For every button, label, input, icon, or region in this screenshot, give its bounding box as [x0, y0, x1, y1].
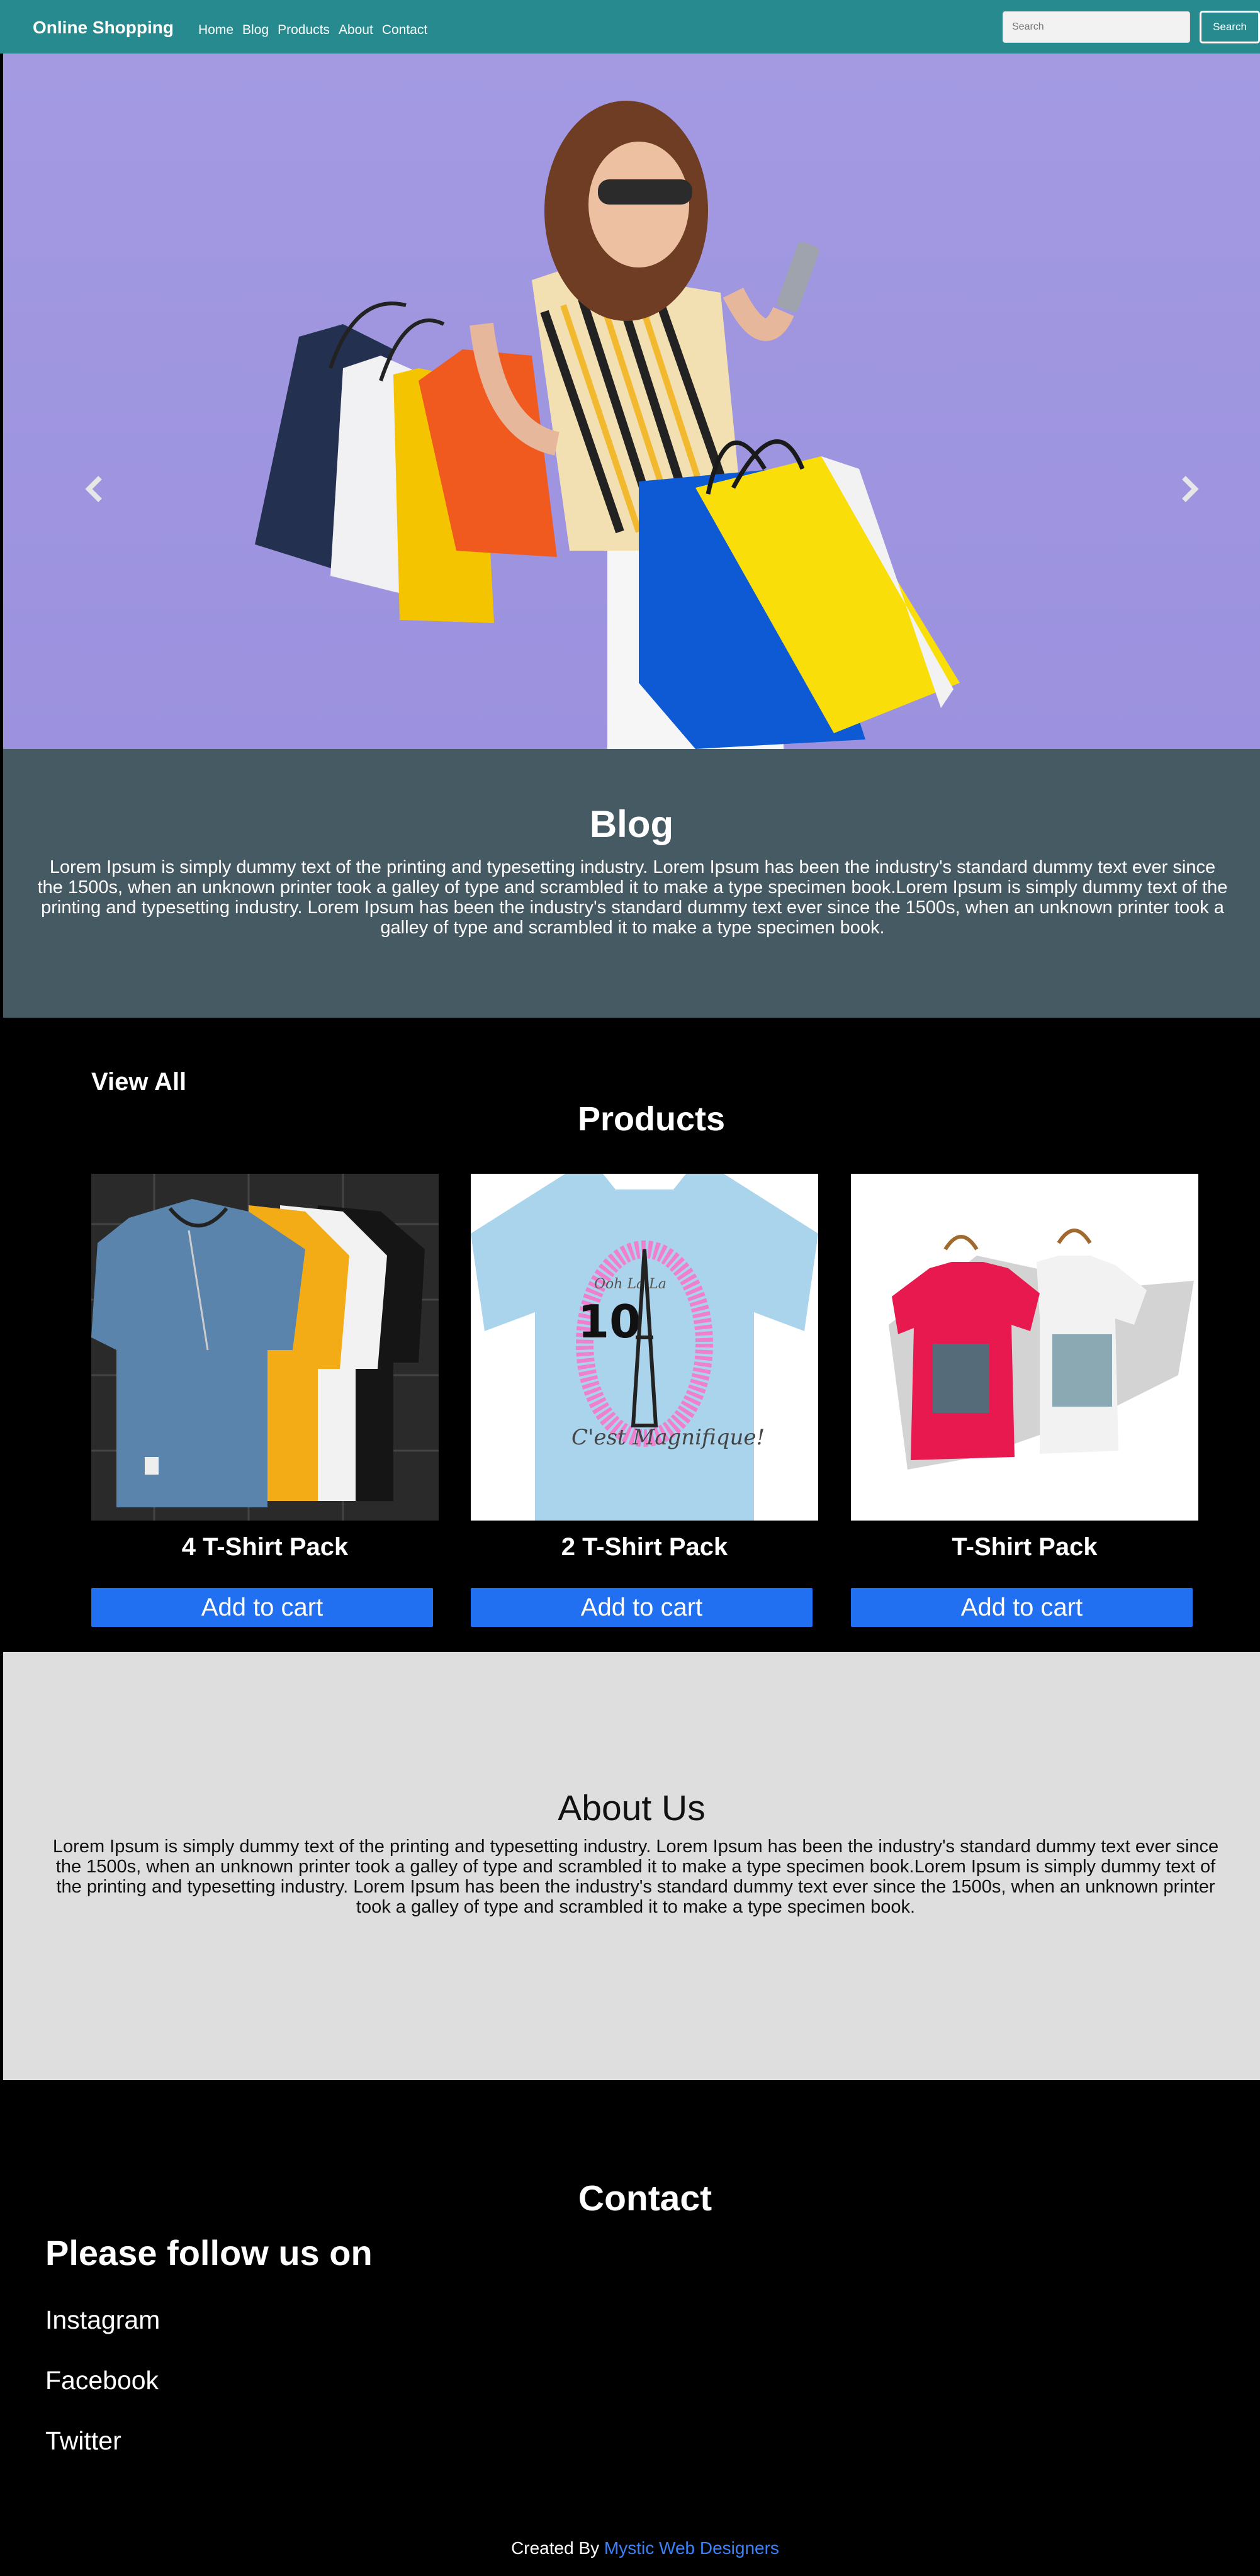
- hero-carousel: [3, 53, 1260, 749]
- products-section: View All Products 4 T-Shirt Pack Add to …: [0, 1018, 1260, 1652]
- product-image: [851, 1174, 1198, 1521]
- product-card: T-Shirt Pack Add to cart: [851, 1174, 1198, 1627]
- carousel-prev-button[interactable]: [76, 470, 113, 508]
- products-title: Products: [577, 1100, 726, 1138]
- nav-links: Home Blog Products About Contact: [198, 23, 427, 38]
- chevron-left-icon: [85, 476, 102, 502]
- about-section: About Us Lorem Ipsum is simply dummy tex…: [3, 1652, 1260, 2080]
- twitter-link[interactable]: Twitter: [45, 2426, 121, 2456]
- search-input[interactable]: [1003, 11, 1190, 43]
- carousel-next-button[interactable]: [1171, 470, 1208, 508]
- product-image: Ooh La La 10 C'est Magnifique!: [471, 1174, 818, 1521]
- add-to-cart-button[interactable]: Add to cart: [851, 1588, 1193, 1627]
- footer-prefix: Created By: [511, 2538, 604, 2558]
- blog-section: Blog Lorem Ipsum is simply dummy text of…: [3, 749, 1260, 1018]
- chevron-right-icon: [1182, 476, 1199, 502]
- about-text: Lorem Ipsum is simply dummy text of the …: [52, 1836, 1219, 1917]
- shirt-print-top: Ooh La La: [594, 1276, 667, 1292]
- add-to-cart-button[interactable]: Add to cart: [471, 1588, 813, 1627]
- product-name: T-Shirt Pack: [952, 1533, 1098, 1561]
- product-name: 4 T-Shirt Pack: [181, 1533, 349, 1561]
- product-card: 4 T-Shirt Pack Add to cart: [91, 1174, 439, 1627]
- nav-link-home[interactable]: Home: [198, 23, 233, 38]
- shirt-print-number: 10: [578, 1295, 641, 1348]
- navbar: Online Shopping Home Blog Products About…: [0, 0, 1260, 53]
- view-all-link[interactable]: View All: [91, 1068, 186, 1096]
- hero-image: [255, 101, 960, 749]
- search-button[interactable]: Search: [1200, 11, 1260, 43]
- blog-title: Blog: [589, 803, 674, 845]
- product-name: 2 T-Shirt Pack: [561, 1533, 728, 1561]
- contact-section: Contact Please follow us on Instagram Fa…: [3, 2080, 1260, 2576]
- footer-designer-link[interactable]: Mystic Web Designers: [604, 2538, 779, 2558]
- add-to-cart-button[interactable]: Add to cart: [91, 1588, 433, 1627]
- follow-heading: Please follow us on: [45, 2233, 373, 2273]
- product-card: Ooh La La 10 C'est Magnifique! 2 T-Shirt…: [471, 1174, 818, 1627]
- blog-text: Lorem Ipsum is simply dummy text of the …: [37, 857, 1228, 938]
- product-image: [91, 1174, 439, 1521]
- footer-credit: Created By Mystic Web Designers: [3, 2538, 1260, 2558]
- nav-link-blog[interactable]: Blog: [242, 23, 269, 38]
- shirt-print-bottom: C'est Magnifique!: [571, 1425, 765, 1450]
- nav-link-about[interactable]: About: [339, 23, 373, 38]
- instagram-link[interactable]: Instagram: [45, 2305, 160, 2335]
- nav-link-products[interactable]: Products: [278, 23, 330, 38]
- facebook-link[interactable]: Facebook: [45, 2366, 159, 2395]
- nav-link-contact[interactable]: Contact: [382, 23, 427, 38]
- brand-logo[interactable]: Online Shopping: [33, 18, 174, 38]
- contact-title: Contact: [578, 2178, 712, 2219]
- about-title: About Us: [558, 1788, 706, 1828]
